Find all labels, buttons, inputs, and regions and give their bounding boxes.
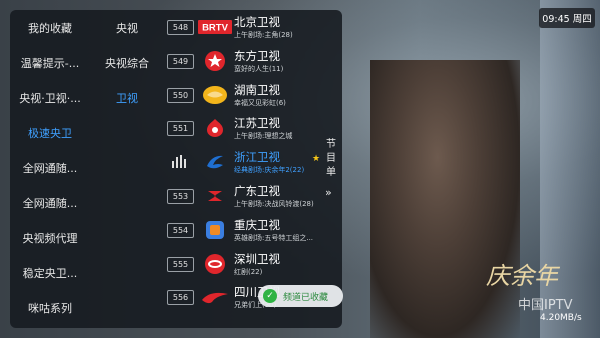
- subgroup-list: 央视 央视综合 卫视: [90, 10, 164, 328]
- toast-text: 频道已收藏: [283, 292, 329, 303]
- guangdong-logo-icon: [198, 185, 232, 207]
- group-list: 我的收藏 温馨提示-... 央视·卫视·... 极速央卫 全网通随... 全网通…: [10, 10, 90, 328]
- channel-name: 北京卫视: [234, 15, 280, 29]
- channel-name: 重庆卫视: [234, 217, 280, 232]
- channel-number: 549: [167, 53, 194, 69]
- channel-row[interactable]: 550 湖南卫视 幸福又见彩虹(6): [164, 78, 321, 112]
- channel-row[interactable]: 551 江苏卫视 上午剧场:理想之城: [164, 111, 321, 145]
- channel-number: 555: [167, 256, 194, 272]
- channel-number: 551: [167, 121, 194, 137]
- group-item[interactable]: 央视·卫视·...: [10, 80, 90, 115]
- channel-menu-panel: 我的收藏 温馨提示-... 央视·卫视·... 极速央卫 全网通随... 全网通…: [10, 10, 342, 328]
- channel-number: 550: [167, 87, 194, 103]
- dongfang-logo-icon: [198, 50, 232, 72]
- group-item[interactable]: 我的收藏: [10, 10, 90, 45]
- group-item[interactable]: 稳定央卫...: [10, 255, 90, 290]
- subgroup-item[interactable]: 央视: [90, 10, 164, 45]
- channel-program: 上午剧场:决战风铃渡(28): [234, 199, 314, 208]
- channel-name: 浙江卫视: [234, 150, 280, 165]
- channel-row[interactable]: 553 广东卫视 上午剧场:决战风铃渡(28): [164, 179, 321, 213]
- group-item[interactable]: 咪咕系列: [10, 290, 90, 325]
- mango-logo-icon: [198, 84, 232, 106]
- chongqing-logo-icon: [198, 219, 232, 241]
- channel-program: 经典剧场:庆余年2(22): [234, 166, 305, 175]
- guide-label: 节目单: [326, 139, 336, 178]
- channel-program: 上午剧场:理想之城: [234, 132, 293, 141]
- channel-name: 江苏卫视: [234, 116, 280, 131]
- favorite-toast: ✓ 频道已收藏: [258, 285, 343, 307]
- brand-watermark: 中国IPTV: [518, 298, 573, 313]
- jiangsu-logo-icon: [198, 117, 232, 139]
- channel-name: 湖南卫视: [234, 82, 280, 97]
- channel-program: 上午剧场:主角(28): [234, 31, 293, 39]
- group-item-active[interactable]: 极速央卫: [10, 115, 90, 150]
- video-figure: [370, 60, 520, 338]
- channel-number: 554: [167, 222, 194, 238]
- clock: 09:45 周四: [539, 8, 595, 28]
- channel-name: 广东卫视: [234, 183, 280, 198]
- group-item[interactable]: 全网通随...: [10, 150, 90, 185]
- double-chevron-right-icon: »: [325, 186, 332, 199]
- channel-program: 幸福又见彩虹(6): [234, 98, 286, 107]
- channel-list: 548 BRTV 北京卫视 上午剧场:主角(28) 549 东方卫视 蛮好的人生…: [164, 10, 321, 328]
- sichuan-logo-icon: [198, 286, 232, 308]
- channel-row-active[interactable]: 浙江卫视 经典剧场:庆余年2(22) ★: [164, 145, 321, 179]
- program-guide-toggle[interactable]: 节目单 »: [321, 10, 342, 328]
- channel-number: 548: [167, 20, 194, 35]
- channel-number: 553: [167, 188, 194, 204]
- show-title-watermark: 庆余年: [486, 262, 558, 290]
- channel-name: 东方卫视: [234, 48, 280, 63]
- channel-row[interactable]: 554 重庆卫视 英雄剧场:五号特工组之...: [164, 213, 321, 247]
- svg-text:BRTV: BRTV: [202, 23, 229, 34]
- group-item[interactable]: 温馨提示-...: [10, 45, 90, 80]
- zhejiang-logo-icon: [198, 151, 232, 173]
- channel-name: 深圳卫视: [234, 251, 280, 266]
- channel-number: 556: [167, 290, 194, 306]
- channel-row[interactable]: 548 BRTV 北京卫视 上午剧场:主角(28): [164, 10, 321, 44]
- subgroup-item-active[interactable]: 卫视: [90, 80, 164, 115]
- channel-program: 英雄剧场:五号特工组之...: [234, 233, 314, 242]
- favorite-star-icon[interactable]: ★: [312, 154, 320, 164]
- brtv-logo-icon: BRTV: [198, 16, 232, 38]
- channel-row[interactable]: 555 深圳卫视 红剧(22): [164, 247, 321, 281]
- shenzhen-logo-icon: [198, 253, 232, 275]
- channel-program: 红剧(22): [234, 267, 263, 276]
- check-icon: ✓: [263, 289, 277, 303]
- group-item[interactable]: 全网通随...: [10, 185, 90, 220]
- channel-program: 蛮好的人生(11): [234, 64, 284, 73]
- network-speed: 4.20MB/s: [540, 313, 582, 323]
- subgroup-item[interactable]: 央视综合: [90, 45, 164, 80]
- group-item[interactable]: 央视频代理: [10, 220, 90, 255]
- playing-indicator-icon: [172, 155, 188, 169]
- channel-row[interactable]: 549 东方卫视 蛮好的人生(11): [164, 44, 321, 78]
